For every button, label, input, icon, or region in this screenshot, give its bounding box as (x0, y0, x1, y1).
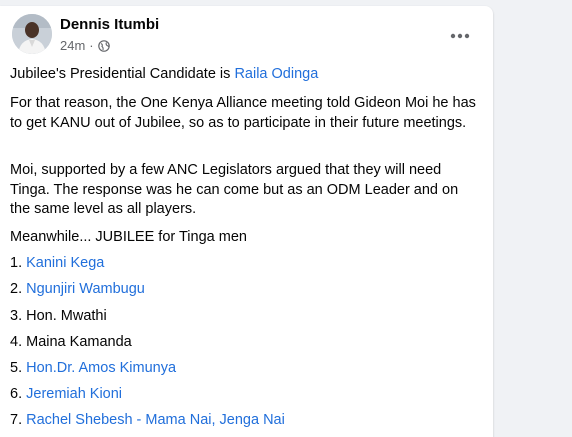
list-number: 2. (10, 281, 27, 297)
list-name-link[interactable]: Rachel Shebesh - Mama Nai, Jenga Nai (26, 412, 285, 428)
list-item: 3. Hon. Mwathi (10, 307, 107, 327)
list-item: 7. Rachel Shebesh - Mama Nai, Jenga Nai (10, 411, 285, 431)
list-item: 6. Jeremiah Kioni (10, 385, 122, 405)
list-name-link[interactable]: Ngunjiri Wambugu (26, 281, 145, 297)
list-number: 7. (10, 412, 27, 428)
list-name-link[interactable]: Hon.Dr. Amos Kimunya (26, 360, 176, 376)
post-card: Dennis Itumbi 24m · Jubilee's Presidenti… (0, 6, 493, 437)
candidate-text: Jubilee's Presidential Candidate is (10, 66, 235, 82)
more-options-button[interactable] (442, 18, 478, 54)
list-item: 2. Ngunjiri Wambugu (10, 280, 145, 300)
post-time[interactable]: 24m (60, 38, 85, 53)
paragraph-kanu: For that reason, the One Kenya Alliance … (10, 95, 476, 131)
list-number: 3. (10, 308, 27, 324)
list-number: 1. (10, 255, 27, 271)
list-number: 5. (10, 360, 27, 376)
more-options-icon (450, 33, 470, 39)
list-item: 1. Kanini Kega (10, 254, 104, 274)
list-name-link[interactable]: Jeremiah Kioni (26, 386, 122, 402)
raila-odinga-link[interactable]: Raila Odinga (234, 66, 318, 82)
list-name-link[interactable]: Kanini Kega (26, 255, 104, 271)
candidate-line: Jubilee's Presidential Candidate is Rail… (10, 65, 318, 85)
list-name: Hon. Mwathi (26, 308, 107, 324)
paragraph-meanwhile: Meanwhile... JUBILEE for Tinga men (10, 229, 247, 245)
list-number: 6. (10, 386, 27, 402)
post-header: Dennis Itumbi 24m · (12, 14, 482, 58)
paragraph-tinga: Moi, supported by a few ANC Legislators … (10, 162, 459, 217)
list-name: Maina Kamanda (26, 334, 132, 350)
author-name[interactable]: Dennis Itumbi (60, 16, 159, 33)
list-item: 5. Hon.Dr. Amos Kimunya (10, 359, 176, 379)
author-avatar[interactable] (12, 14, 52, 54)
list-item: 4. Maina Kamanda (10, 333, 132, 353)
meta-separator: · (89, 38, 94, 53)
globe-icon[interactable] (97, 39, 110, 52)
post-meta: 24m · (60, 38, 110, 53)
list-number: 4. (10, 334, 27, 350)
